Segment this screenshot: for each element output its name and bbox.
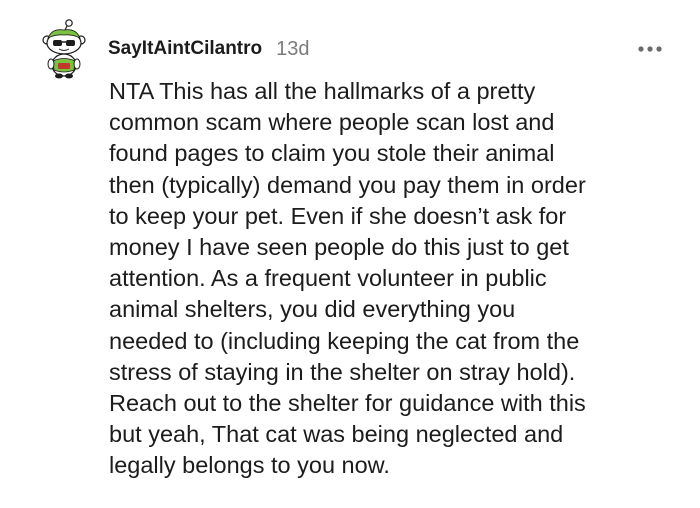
avatar[interactable] xyxy=(38,18,90,80)
timestamp: 13d xyxy=(276,37,310,60)
snoo-avatar-icon xyxy=(42,19,86,79)
comment: SayItAintCilantro 13d NTA This has all t… xyxy=(0,0,700,508)
username[interactable]: SayItAintCilantro xyxy=(108,38,262,60)
more-options-icon xyxy=(638,46,662,52)
more-options-button[interactable] xyxy=(630,38,670,60)
comment-header: SayItAintCilantro 13d xyxy=(108,36,310,62)
comment-body: NTA This has all the hallmarks of a pret… xyxy=(109,78,586,479)
